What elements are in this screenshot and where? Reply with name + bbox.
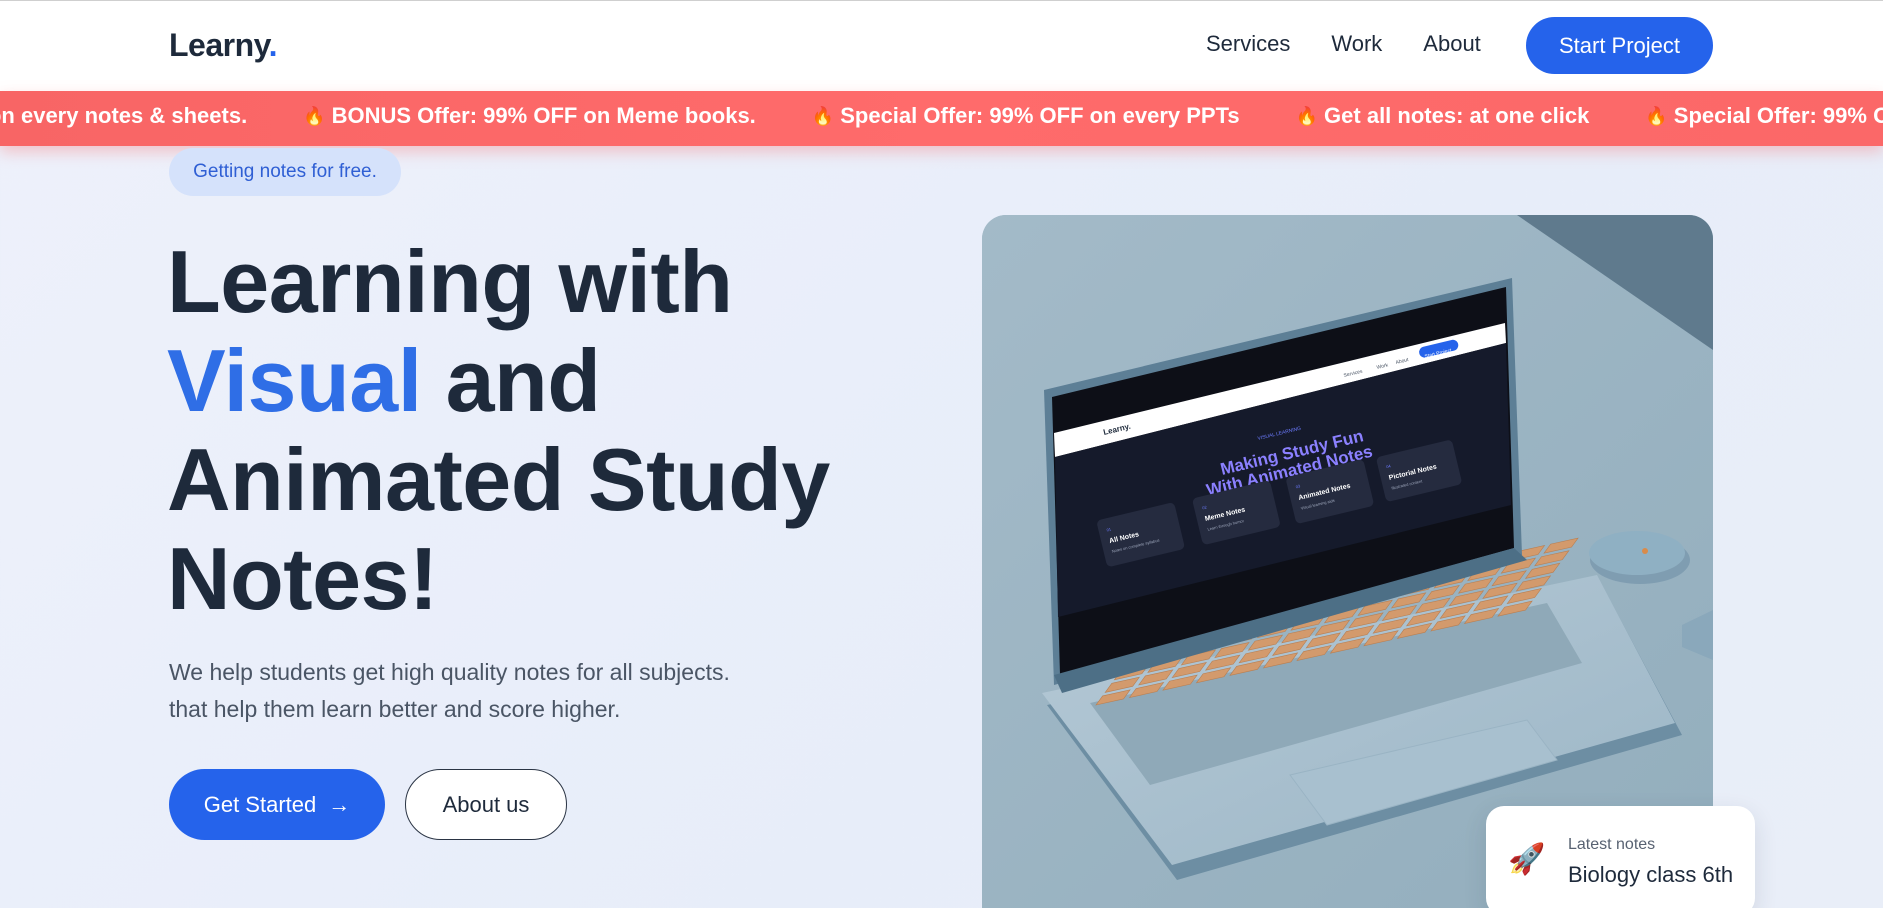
hero-badge: Getting notes for free.	[169, 148, 401, 196]
ticker-text: Get all notes: at one click	[1324, 103, 1590, 128]
logo-text: Learny	[169, 27, 269, 63]
fire-icon: 🔥	[1295, 105, 1319, 126]
ticker-item: 🔥 BONUS Offer: 99% OFF on Meme books.	[303, 103, 756, 129]
headline-line-1: Learning with	[167, 232, 733, 331]
site-header: Learny. Services Work About Start Projec…	[0, 0, 1883, 91]
fire-icon: 🔥	[303, 105, 326, 126]
main-nav: Services Work About	[1206, 31, 1481, 57]
headline-line-4: Notes!	[167, 529, 438, 628]
latest-notes-title: Biology class 6th	[1568, 862, 1734, 887]
offer-ticker: FF on every notes & sheets. 🔥BONUS Offer…	[0, 91, 1883, 146]
ticker-item: 🔥Special Offer: 99% OFF on	[1645, 103, 1883, 129]
get-started-button[interactable]: Get Started →	[169, 769, 385, 840]
latest-notes-label: Latest notes	[1568, 836, 1656, 853]
nav-link-services[interactable]: Services	[1206, 31, 1290, 57]
headline-line-3: Animated Study	[167, 430, 830, 529]
arrow-right-icon: →	[328, 791, 351, 817]
about-us-button[interactable]: About us	[405, 769, 567, 840]
start-project-button[interactable]: Start Project	[1526, 17, 1713, 74]
ticker-item: 🔥 Get all notes: at one click	[1296, 103, 1590, 129]
subtext-line-1: We help students get high quality notes …	[169, 659, 730, 685]
get-started-label: Get Started	[203, 791, 317, 817]
fire-icon: 🔥	[1645, 105, 1668, 126]
logo-dot: .	[268, 27, 278, 63]
ticker-text: FF on every notes & sheets.	[0, 103, 248, 128]
rocket-icon: 🚀	[1508, 843, 1546, 876]
latest-notes-card[interactable]: 🚀 Latest notes Biology class 6th	[1486, 806, 1755, 908]
fire-icon: 🔥	[811, 105, 835, 126]
ticker-item: 🔥 Special Offer: 99% OFF on every PPTs	[812, 103, 1240, 129]
ticker-text: Special Offer: 99% OFF on	[1673, 103, 1883, 128]
headline-and: and	[421, 331, 601, 430]
nav-link-work[interactable]: Work	[1331, 31, 1382, 57]
headline-accent: Visual	[167, 331, 422, 430]
ticker-track: FF on every notes & sheets. 🔥BONUS Offer…	[0, 103, 1883, 129]
logo[interactable]: Learny.	[169, 27, 277, 64]
nav-link-about[interactable]: About	[1423, 31, 1481, 57]
ticker-text: BONUS Offer: 99% OFF on Meme books.	[331, 103, 756, 128]
subtext-line-2: that help them learn better and score hi…	[169, 696, 621, 722]
hero-laptop-image: Learny. Services Work About Start Projec…	[982, 215, 1713, 908]
ticker-item: FF on every notes & sheets.	[0, 103, 247, 129]
laptop-illustration: Learny. Services Work About Start Projec…	[982, 215, 1713, 908]
ticker-text: Special Offer: 99% OFF on every PPTs	[840, 103, 1240, 128]
hero-headline: Learning with Visual and Animated Study …	[167, 232, 867, 628]
hero-subtext: We help students get high quality notes …	[169, 654, 809, 728]
